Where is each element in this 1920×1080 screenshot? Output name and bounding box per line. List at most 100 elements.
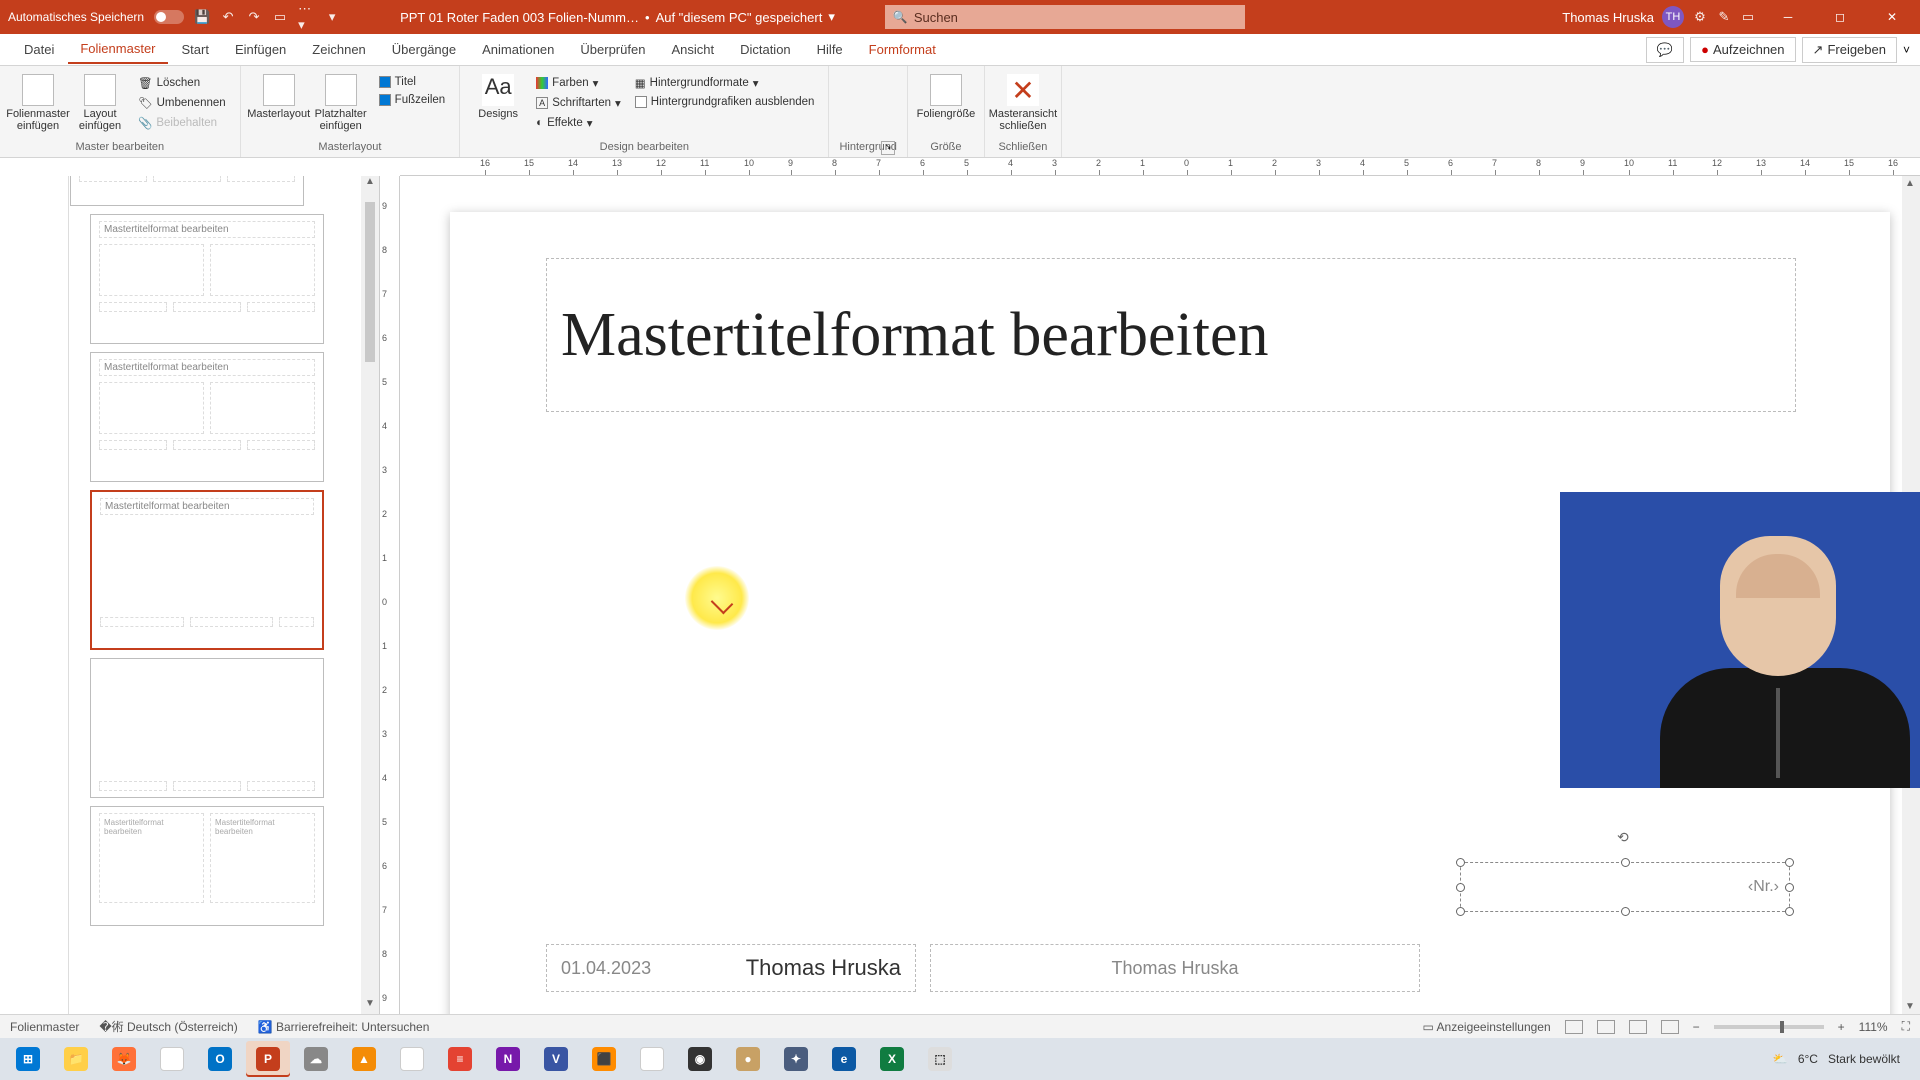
tab-zeichnen[interactable]: Zeichnen xyxy=(300,36,377,63)
save-icon[interactable]: 💾 xyxy=(194,9,210,25)
ribbon-collapse-icon[interactable]: ˅ xyxy=(1903,43,1910,57)
resize-handle[interactable] xyxy=(1785,883,1794,892)
tab-hilfe[interactable]: Hilfe xyxy=(805,36,855,63)
tab-dictation[interactable]: Dictation xyxy=(728,36,803,63)
doc-save-location[interactable]: Auf "diesem PC" gespeichert xyxy=(656,10,823,25)
vertical-ruler[interactable]: 9876543210123456789 xyxy=(380,176,400,1014)
minimize-button[interactable]: ─ xyxy=(1768,0,1808,34)
maximize-button[interactable]: ◻ xyxy=(1820,0,1860,34)
resize-handle[interactable] xyxy=(1456,858,1465,867)
layout-thumb-2[interactable]: Mastertitelformat bearbeiten xyxy=(90,214,324,344)
chevron-down-icon[interactable]: ▾ xyxy=(828,9,835,25)
search-box[interactable]: 🔍 xyxy=(885,5,1245,29)
title-checkbox[interactable]: Titel xyxy=(375,74,450,90)
view-normal-icon[interactable] xyxy=(1565,1020,1583,1034)
tab-formformat[interactable]: Formformat xyxy=(857,36,948,63)
quickaccess-more-icon[interactable]: ⋯▾ xyxy=(298,9,314,25)
taskbar-app-2[interactable]: 🖼 xyxy=(390,1041,434,1077)
scroll-up-icon[interactable]: ▲ xyxy=(1905,178,1915,189)
resize-handle[interactable] xyxy=(1456,883,1465,892)
fit-window-icon[interactable]: ⛶ xyxy=(1902,1019,1910,1034)
layout-thumb-1[interactable]: Mastertitelformat bearbeiten xyxy=(70,176,304,206)
horizontal-ruler[interactable]: 1615141312111098765432101234567891011121… xyxy=(400,158,1920,176)
taskbar-todoist[interactable]: ≡ xyxy=(438,1041,482,1077)
taskbar-vlc[interactable]: ▲ xyxy=(342,1041,386,1077)
taskbar-app-7[interactable]: ⬚ xyxy=(918,1041,962,1077)
resize-handle[interactable] xyxy=(1785,907,1794,916)
thumbnail-pane[interactable]: Mastertitelformat bearbeiten Mastertitel… xyxy=(0,176,380,1014)
taskbar-firefox[interactable]: 🦊 xyxy=(102,1041,146,1077)
comments-button[interactable]: 💬 xyxy=(1646,37,1684,63)
resize-handle[interactable] xyxy=(1621,858,1630,867)
taskbar-edge[interactable]: e xyxy=(822,1041,866,1077)
delete-button[interactable]: 🗑Löschen xyxy=(134,74,230,92)
scroll-down-icon[interactable]: ▼ xyxy=(365,998,375,1014)
tab-folienmaster[interactable]: Folienmaster xyxy=(68,35,167,64)
zoom-out-icon[interactable]: − xyxy=(1693,1020,1700,1034)
view-sorter-icon[interactable] xyxy=(1597,1020,1615,1034)
record-button[interactable]: ●Aufzeichnen xyxy=(1690,37,1795,62)
user-avatar[interactable]: TH xyxy=(1662,6,1684,28)
slidesize-button[interactable]: Foliengröße xyxy=(918,70,974,120)
insert-slidemaster-button[interactable]: Folienmaster einfügen xyxy=(10,70,66,132)
view-slideshow-icon[interactable] xyxy=(1661,1020,1679,1034)
tab-uebergaenge[interactable]: Übergänge xyxy=(380,36,468,63)
tab-ueberpruefen[interactable]: Überprüfen xyxy=(568,36,657,63)
zoom-slider[interactable] xyxy=(1714,1025,1824,1029)
undo-icon[interactable]: ↶ xyxy=(220,9,236,25)
scroll-down-icon[interactable]: ▼ xyxy=(1905,1001,1915,1012)
rotate-handle-icon[interactable]: ⟲ xyxy=(1617,829,1629,846)
layout-thumb-selected[interactable]: Mastertitelformat bearbeiten xyxy=(90,490,324,650)
start-button[interactable]: ⊞ xyxy=(6,1041,50,1077)
taskbar-powerpoint[interactable]: P xyxy=(246,1041,290,1077)
taskbar-app-4[interactable]: ▶ xyxy=(630,1041,674,1077)
close-masterview-button[interactable]: ✕Masteransicht schließen xyxy=(995,70,1051,132)
taskbar-app-3[interactable]: ⬛ xyxy=(582,1041,626,1077)
view-reading-icon[interactable] xyxy=(1629,1020,1647,1034)
resize-handle[interactable] xyxy=(1456,907,1465,916)
share-button[interactable]: ↗Freigeben xyxy=(1802,37,1897,63)
taskbar-visio[interactable]: V xyxy=(534,1041,578,1077)
layout-thumb-4[interactable]: Mastertitelformat bearbeiten Mastertitel… xyxy=(90,806,324,926)
status-view[interactable]: Folienmaster xyxy=(10,1020,79,1034)
scroll-up-icon[interactable]: ▲ xyxy=(365,176,375,192)
effects-button[interactable]: ◐Effekte ▾ xyxy=(532,114,625,132)
slide-canvas[interactable]: Mastertitelformat bearbeiten 01.04.2023 … xyxy=(400,176,1920,1014)
weather-icon[interactable]: ⛅ xyxy=(1773,1052,1788,1066)
status-language[interactable]: �術 Deutsch (Österreich) xyxy=(99,1018,237,1035)
background-dialog-launcher[interactable]: ↘ xyxy=(881,141,895,155)
slidenumber-placeholder[interactable]: ⟲ ‹Nr.› xyxy=(1460,862,1790,912)
display-settings[interactable]: ▭ Anzeigeeinstellungen xyxy=(1423,1020,1551,1034)
zoom-level[interactable]: 111% xyxy=(1859,1020,1888,1034)
hide-bg-checkbox[interactable]: Hintergrundgrafiken ausblenden xyxy=(631,94,819,110)
search-input[interactable] xyxy=(914,10,1237,25)
taskbar-explorer[interactable]: 📁 xyxy=(54,1041,98,1077)
resize-handle[interactable] xyxy=(1785,858,1794,867)
insert-layout-button[interactable]: Layout einfügen xyxy=(72,70,128,132)
tab-datei[interactable]: Datei xyxy=(12,36,66,63)
taskbar-app-1[interactable]: ☁ xyxy=(294,1041,338,1077)
coming-soon-icon[interactable]: ⚙ xyxy=(1692,9,1708,25)
ribbon-mode-icon[interactable]: ▭ xyxy=(1740,9,1756,25)
taskbar-app-5[interactable]: ● xyxy=(726,1041,770,1077)
close-button[interactable]: ✕ xyxy=(1872,0,1912,34)
fonts-button[interactable]: ASchriftarten ▾ xyxy=(532,94,625,112)
designs-button[interactable]: AaDesigns xyxy=(470,70,526,120)
thumbnail-scrollbar[interactable]: ▲ ▼ xyxy=(361,176,379,1014)
taskbar-app-6[interactable]: ✦ xyxy=(774,1041,818,1077)
redo-icon[interactable]: ↷ xyxy=(246,9,262,25)
tab-start[interactable]: Start xyxy=(170,36,221,63)
tab-einfuegen[interactable]: Einfügen xyxy=(223,36,298,63)
zoom-in-icon[interactable]: + xyxy=(1838,1020,1845,1034)
date-placeholder[interactable]: 01.04.2023 Thomas Hruska xyxy=(546,944,916,992)
colors-button[interactable]: Farben ▾ xyxy=(532,74,625,92)
privacy-icon[interactable]: ✎ xyxy=(1716,9,1732,25)
footer-placeholder[interactable]: Thomas Hruska xyxy=(930,944,1420,992)
resize-handle[interactable] xyxy=(1621,907,1630,916)
scroll-thumb[interactable] xyxy=(365,202,375,362)
masterlayout-button[interactable]: Masterlayout xyxy=(251,70,307,120)
status-accessibility[interactable]: ♿ Barrierefreiheit: Untersuchen xyxy=(258,1020,430,1034)
tab-animationen[interactable]: Animationen xyxy=(470,36,566,63)
autosave-toggle[interactable] xyxy=(154,10,184,24)
taskbar-obs[interactable]: ◉ xyxy=(678,1041,722,1077)
